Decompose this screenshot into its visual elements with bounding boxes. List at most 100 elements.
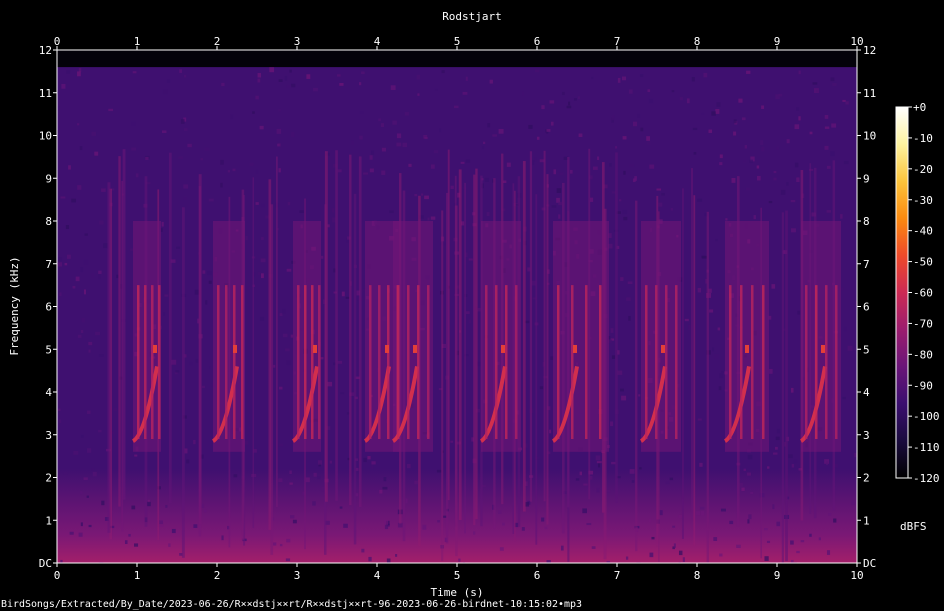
call-harmonic [599,285,602,440]
noise-speckle [289,470,292,475]
noise-speckle [332,362,336,366]
call-harmonic [311,285,314,440]
noise-speckle [379,489,383,494]
noise-speckle [797,310,801,315]
broadband-streak [464,182,466,534]
noise-speckle [98,429,102,433]
noise-speckle [306,74,311,79]
broadband-streak [181,207,185,558]
noise-speckle [622,136,627,140]
noise-speckle [73,450,79,455]
noise-speckle [221,82,225,87]
noise-speckle [132,71,137,74]
noise-speckle [193,524,198,528]
noise-speckle [171,528,176,534]
noise-speckle [632,121,638,127]
noise-speckle [623,216,628,221]
broadband-streak [458,169,462,520]
noise-speckle [103,243,108,249]
noise-speckle [761,105,765,109]
noise-speckle [796,550,800,554]
y-left-tick-label: 9 [45,172,52,185]
noise-speckle [63,472,68,475]
noise-speckle [180,119,185,124]
broadband-streak [118,156,121,507]
call-harmonic [729,285,732,440]
noise-speckle [626,297,631,301]
noise-speckle [285,348,290,352]
noise-speckle [175,370,180,373]
noise-speckle [279,313,283,316]
noise-speckle [534,157,538,162]
noise-speckle [282,333,288,338]
noise-speckle [255,202,259,205]
colorbar-tick-label: -10 [913,132,933,145]
noise-speckle [646,136,650,141]
noise-speckle [77,334,82,338]
noise-speckle [843,326,848,332]
noise-speckle [204,509,207,513]
broadband-streak [785,210,788,562]
noise-speckle [359,111,364,115]
x-axis-label: Time (s) [431,586,484,599]
noise-speckle [502,522,505,526]
noise-speckle [589,475,593,480]
noise-speckle [559,172,564,175]
y-left-tick-label: 4 [45,386,52,399]
noise-speckle [623,170,626,175]
noise-speckle [64,262,68,266]
broadband-streak [615,152,618,503]
noise-speckle [692,127,698,131]
noise-speckle [769,368,773,374]
noise-speckle [743,468,746,472]
spectrogram-figure: Rodstjart 0 1 2 3 4 5 6 7 8 9 10 0 1 2 3 4 5 6 7 8 9 10 DC12… [0,0,944,611]
y-right-tick-label: 5 [863,343,870,356]
noise-speckle [220,182,223,188]
x-top-tick-label: 10 [850,35,863,48]
noise-speckle [550,356,554,360]
noise-speckle [708,129,713,133]
noise-speckle [90,273,95,278]
noise-speckle [113,408,118,411]
y-left-tick-label: DC [39,557,52,570]
noise-speckle [756,175,761,181]
noise-speckle [620,277,624,281]
noise-speckle [430,164,435,169]
broadband-streak [546,174,549,525]
call-harmonic [137,285,140,440]
noise-speckle [369,168,374,173]
noise-speckle [278,79,283,82]
noise-speckle [776,146,780,150]
noise-speckle [776,521,781,527]
noise-speckle [684,318,689,322]
broadband-streak [107,182,111,533]
noise-speckle [417,93,420,96]
noise-speckle [255,95,259,100]
noise-speckle [79,146,83,151]
broadband-streak [543,150,546,502]
noise-speckle [193,439,196,445]
y-right-tick-label: 8 [863,215,870,228]
noise-speckle [58,419,62,423]
x-bottom-tick-label: 6 [534,569,541,582]
noise-speckle [278,168,281,173]
call-harmonic [675,285,678,440]
noise-speckle [232,168,236,172]
x-bottom-tick-label: 8 [694,569,701,582]
noise-speckle [596,461,602,464]
colorbar-tick-label: -100 [913,410,940,423]
call-event [551,221,609,452]
noise-speckle [88,524,92,528]
noise-speckle [671,90,675,93]
noise-speckle [725,218,728,221]
noise-speckle [669,477,674,481]
noise-speckle [659,510,663,516]
noise-speckle [195,358,199,363]
broadband-streak [335,150,338,501]
noise-speckle [98,274,101,280]
noise-speckle [790,540,794,545]
noise-speckle [86,495,89,498]
noise-speckle [582,508,587,514]
noise-speckle [317,460,322,465]
noise-speckle [273,542,277,546]
